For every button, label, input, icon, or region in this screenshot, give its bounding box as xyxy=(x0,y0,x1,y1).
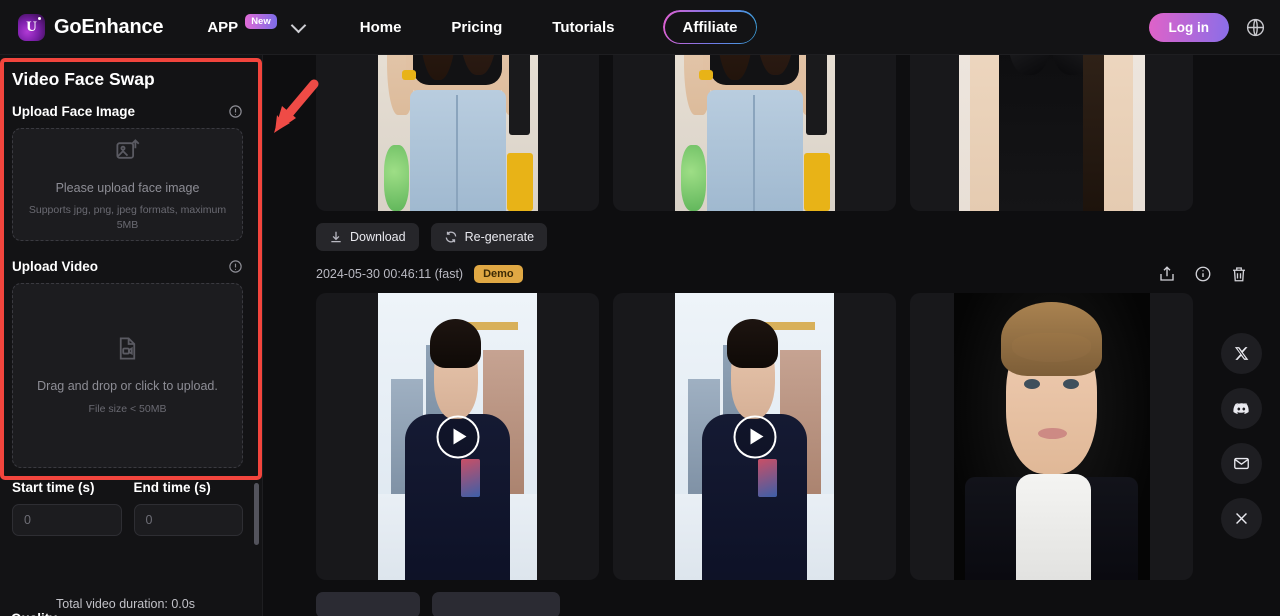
play-icon xyxy=(750,428,763,445)
video-file-icon xyxy=(114,335,141,367)
result-actions xyxy=(1158,265,1248,283)
result-card-video-2[interactable] xyxy=(613,293,896,580)
info-icon[interactable] xyxy=(228,259,243,274)
result-card-video-1[interactable] xyxy=(316,293,599,580)
card-media xyxy=(910,293,1193,580)
quality-label: Quality xyxy=(11,611,57,616)
photo-girl-jeans-swapped xyxy=(674,55,835,211)
download-button-next[interactable] xyxy=(316,592,420,616)
video-dropzone[interactable]: Drag and drop or click to upload. File s… xyxy=(12,283,243,468)
nav-item-pricing[interactable]: Pricing xyxy=(451,19,502,36)
trash-icon[interactable] xyxy=(1230,265,1248,283)
face-image-dropzone[interactable]: Please upload face image Supports jpg, p… xyxy=(12,128,243,241)
email-icon[interactable] xyxy=(1221,443,1262,484)
start-time-label: Start time (s) xyxy=(12,480,95,495)
result-toolbar: Download Re-generate xyxy=(263,211,1280,251)
goenhance-logo-icon xyxy=(18,13,45,41)
face-dropzone-sub-text: Supports jpg, png, jpeg formats, maximum… xyxy=(28,204,227,231)
new-badge: New xyxy=(245,13,277,29)
total-duration-text: Total video duration: 0.0s xyxy=(56,597,195,611)
media-frame xyxy=(674,55,835,211)
info-icon[interactable] xyxy=(1194,265,1212,283)
image-upload-icon xyxy=(114,137,141,169)
download-label: Download xyxy=(350,230,406,244)
panel-content: Video Face Swap Upload Face Image Please… xyxy=(0,55,255,536)
login-button[interactable]: Log in xyxy=(1148,12,1229,42)
results-area: Download Re-generate 2024-05-30 00:46:11… xyxy=(263,55,1280,616)
end-time-input[interactable] xyxy=(133,504,243,536)
download-icon xyxy=(329,230,343,244)
regenerate-label: Re-generate xyxy=(464,230,535,244)
card-media xyxy=(316,55,599,211)
result-row-top xyxy=(263,55,1280,211)
media-frame xyxy=(958,55,1145,211)
video-dropzone-sub-text: File size < 50MB xyxy=(88,402,167,415)
download-button[interactable]: Download xyxy=(316,223,419,251)
result-card-image-2[interactable] xyxy=(613,55,896,211)
media-frame xyxy=(377,55,538,211)
regenerate-button-next[interactable] xyxy=(432,592,560,616)
video-upload-label: Upload Video xyxy=(12,259,99,274)
share-icon[interactable] xyxy=(1158,265,1176,283)
result-card-image-1[interactable] xyxy=(316,55,599,211)
page-title: Video Face Swap xyxy=(12,69,155,89)
face-upload-header: Upload Face Image xyxy=(12,104,243,119)
next-result-toolbar xyxy=(263,580,1280,616)
media-frame xyxy=(378,293,537,580)
app-menu-label: APP xyxy=(207,18,239,36)
media-frame xyxy=(953,293,1150,580)
time-range-row: Start time (s) End time (s) xyxy=(12,480,243,536)
video-face-swap-panel: Video Face Swap Upload Face Image Please… xyxy=(0,55,263,616)
nav-item-home[interactable]: Home xyxy=(360,19,402,36)
close-icon[interactable] xyxy=(1221,498,1262,539)
video-dropzone-main-text: Drag and drop or click to upload. xyxy=(37,379,218,394)
start-time-input[interactable] xyxy=(12,504,122,536)
app-root: GoEnhance APP New Home Pricing Tutorials… xyxy=(0,0,1280,616)
photo-male-portrait xyxy=(953,293,1150,580)
face-upload-label: Upload Face Image xyxy=(12,104,136,119)
globe-icon[interactable] xyxy=(1245,17,1266,38)
video-upload-header: Upload Video xyxy=(12,259,243,274)
panel-scrollbar[interactable] xyxy=(254,483,259,545)
refresh-icon xyxy=(444,230,458,244)
end-time-field: End time (s) xyxy=(133,480,243,536)
social-rail xyxy=(1221,333,1262,539)
start-time-field: Start time (s) xyxy=(12,480,122,536)
result-meta-row: 2024-05-30 00:46:11 (fast) Demo xyxy=(263,251,1280,293)
play-button[interactable] xyxy=(733,415,776,458)
media-frame xyxy=(675,293,834,580)
card-media xyxy=(316,293,599,580)
result-card-image-3[interactable] xyxy=(910,55,1193,211)
nav-item-tutorials[interactable]: Tutorials xyxy=(552,19,614,36)
card-media xyxy=(613,293,896,580)
main-nav: Home Pricing Tutorials Affiliate xyxy=(360,11,756,43)
demo-badge: Demo xyxy=(474,265,523,283)
result-timestamp: 2024-05-30 00:46:11 (fast) xyxy=(316,267,464,281)
result-row-bottom xyxy=(263,293,1280,580)
header-actions: Log in xyxy=(1148,12,1267,42)
play-button[interactable] xyxy=(436,415,479,458)
play-icon xyxy=(453,428,466,445)
info-icon[interactable] xyxy=(228,104,243,119)
discord-icon[interactable] xyxy=(1221,388,1262,429)
x-twitter-icon[interactable] xyxy=(1221,333,1262,374)
photo-corset-portrait xyxy=(958,55,1145,211)
card-media xyxy=(613,55,896,211)
brand-name: GoEnhance xyxy=(54,15,164,38)
brand-logo[interactable]: GoEnhance xyxy=(18,13,164,41)
card-media xyxy=(910,55,1193,211)
chevron-down-icon xyxy=(290,17,307,33)
result-card-image-4[interactable] xyxy=(910,293,1193,580)
regenerate-button[interactable]: Re-generate xyxy=(430,223,548,251)
photo-girl-jeans xyxy=(377,55,538,211)
end-time-label: End time (s) xyxy=(133,480,211,495)
app-menu-dropdown[interactable]: APP New xyxy=(207,13,307,36)
top-navbar: GoEnhance APP New Home Pricing Tutorials… xyxy=(0,0,1280,55)
face-dropzone-main-text: Please upload face image xyxy=(55,181,200,196)
nav-item-affiliate[interactable]: Affiliate xyxy=(664,11,756,43)
